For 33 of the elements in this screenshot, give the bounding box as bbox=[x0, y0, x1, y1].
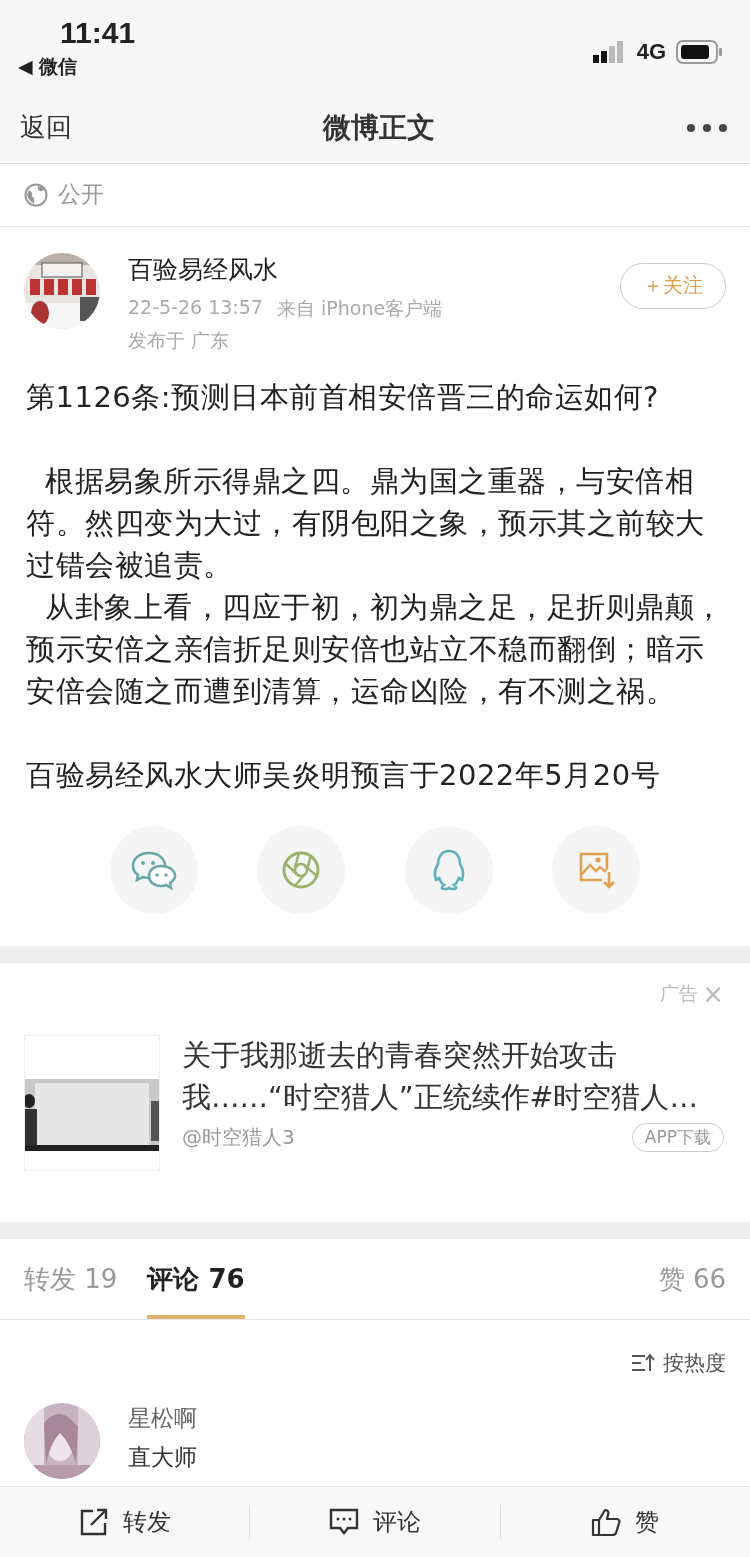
page-title: 微博正文 bbox=[323, 110, 435, 146]
visibility-label: 公开 bbox=[58, 180, 104, 210]
sort-button[interactable]: 按热度 bbox=[631, 1338, 726, 1387]
commenter-name[interactable]: 星松啊 bbox=[128, 1402, 197, 1434]
back-button[interactable]: 返回 bbox=[20, 110, 72, 146]
ad-label: 广告 bbox=[660, 981, 699, 1007]
back-to-app-link[interactable]: ◀ 微信 bbox=[18, 54, 136, 80]
comment-button[interactable]: 评论 bbox=[250, 1487, 500, 1557]
network-type: 4G bbox=[636, 38, 666, 65]
post-time: 22-5-26 13:57 bbox=[128, 295, 263, 320]
ad-account-handle: @时空猎人3 bbox=[182, 1124, 295, 1152]
status-time: 11:41 bbox=[60, 16, 136, 50]
chat-bubbles-icon bbox=[130, 849, 177, 890]
more-icon[interactable] bbox=[686, 123, 728, 133]
globe-icon bbox=[24, 182, 48, 207]
comment-icon bbox=[329, 1508, 359, 1537]
battery-icon bbox=[676, 39, 724, 64]
tab[interactable]: 评论 76 bbox=[147, 1239, 245, 1320]
like-button[interactable]: 赞 bbox=[500, 1487, 750, 1557]
comment-text: 直大师 bbox=[128, 1442, 197, 1472]
ad-headline[interactable]: 关于我那逝去的青春突然开始攻击我……“时空猎人”正统续作#时空猎人… bbox=[182, 1035, 724, 1120]
share-arrow-icon bbox=[78, 1508, 109, 1537]
post-location: 发布于 广东 bbox=[128, 327, 231, 353]
post-paragraph: 百验易经风水大师吴炎明预言于2022年5月20号 bbox=[26, 756, 662, 794]
repost-button[interactable]: 转发 bbox=[0, 1487, 250, 1557]
post-source: 来自 iPhone客户端 bbox=[276, 295, 443, 321]
thumbs-up-icon bbox=[591, 1507, 622, 1538]
sort-icon bbox=[631, 1352, 655, 1373]
author-name[interactable]: 百验易经风水 bbox=[128, 252, 620, 286]
post-paragraph: 根据易象所示得鼎之四。鼎为国之重器，与安倍相符。然四变为大过，有阴包阳之象，预示其之前较大过错会被追责。 bbox=[26, 462, 706, 584]
aperture-icon bbox=[281, 849, 322, 890]
post-paragraph: 从卦象上看，四应于初，初为鼎之足，足折则鼎颠，预示安倍之亲信折足则安倍也站立不稳而翻倒；暗示安倍会随之而遭到清算，运命凶险，有不测之祸。 bbox=[26, 588, 725, 710]
post-paragraph: 第1126条:预测日本前首相安倍晋三的命运如何? bbox=[26, 378, 660, 416]
